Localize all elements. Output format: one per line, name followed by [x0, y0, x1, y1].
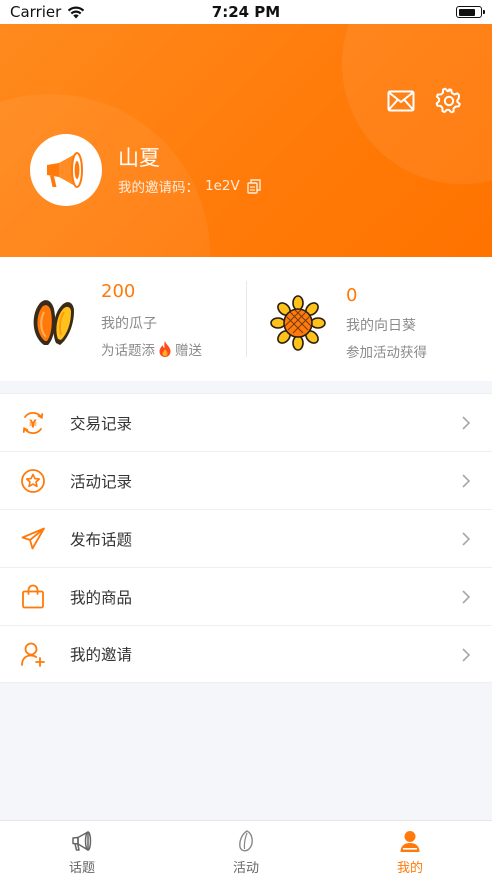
sunflower-icon: [270, 295, 326, 351]
invite-code-label: 我的邀请码：: [118, 180, 199, 196]
menu-label: 交易记录: [70, 414, 133, 433]
status-bar: Carrier 7:24 PM: [0, 0, 492, 24]
settings-gear-icon[interactable]: [434, 86, 464, 116]
tab-activities[interactable]: 活动: [164, 821, 328, 878]
menu-item-publish-topic[interactable]: 发布话题: [0, 509, 492, 567]
invite-code-value: 1e2V: [205, 178, 240, 194]
stats-panel: 200 我的瓜子 为话题添 赠送 0 我的向日葵 参加活动获得: [0, 257, 492, 381]
invite-code-row: 我的邀请码： 1e2V: [118, 176, 262, 196]
seed-icon: [233, 828, 259, 854]
invite-user-icon: [20, 641, 46, 667]
sunflowers-subtitle: 参加活动获得: [346, 345, 427, 361]
profile-header: 山夏 我的邀请码： 1e2V: [0, 24, 492, 257]
menu-item-my-products[interactable]: 我的商品: [0, 567, 492, 625]
tab-topics[interactable]: 话题: [0, 821, 164, 878]
seeds-sub-suffix: 赠送: [175, 343, 202, 359]
avatar[interactable]: [30, 134, 102, 206]
username: 山夏: [118, 146, 160, 170]
tab-label: 话题: [68, 861, 95, 876]
chevron-right-icon: [462, 474, 471, 488]
menu-item-activities[interactable]: 活动记录: [0, 451, 492, 509]
seeds-title: 我的瓜子: [101, 316, 157, 332]
status-time: 7:24 PM: [211, 3, 281, 21]
sunflowers-title: 我的向日葵: [346, 318, 416, 334]
chevron-right-icon: [462, 416, 471, 430]
sunflowers-value: 0: [346, 285, 358, 306]
chevron-right-icon: [462, 532, 471, 546]
tab-label: 活动: [232, 861, 259, 876]
menu-label: 发布话题: [70, 530, 133, 549]
sunflower-seed-icon: [33, 300, 74, 345]
menu-item-my-invites[interactable]: 我的邀请: [0, 625, 492, 683]
sunflowers-stat[interactable]: 0 我的向日葵 参加活动获得: [246, 257, 492, 381]
menu-item-transactions[interactable]: ¥ 交易记录: [0, 393, 492, 451]
megaphone-avatar-icon: [47, 152, 83, 188]
chevron-right-icon: [462, 590, 471, 604]
menu-label: 我的邀请: [70, 646, 133, 664]
header-actions: [386, 86, 464, 116]
transaction-yen-icon: ¥: [20, 410, 46, 436]
menu-list: ¥ 交易记录 活动记录 发布话题 我的商品 我的邀请: [0, 393, 492, 683]
fire-icon: [159, 341, 171, 357]
tab-label: 我的: [396, 861, 423, 876]
tab-me[interactable]: 我的: [328, 821, 492, 878]
menu-label: 我的商品: [70, 588, 133, 607]
seeds-value: 200: [101, 281, 136, 302]
svg-text:¥: ¥: [29, 417, 37, 430]
mail-icon[interactable]: [386, 86, 416, 116]
copy-icon[interactable]: [246, 178, 262, 194]
send-paper-plane-icon: [20, 526, 46, 552]
user-icon: [397, 828, 423, 854]
megaphone-icon: [69, 828, 95, 854]
battery-icon: [456, 6, 485, 18]
seeds-stat[interactable]: 200 我的瓜子 为话题添 赠送: [0, 257, 246, 381]
seeds-subtitle: 为话题添 赠送: [101, 339, 202, 359]
tab-bar: 话题 活动 我的: [0, 820, 492, 878]
activity-star-icon: [20, 468, 46, 494]
seeds-sub-prefix: 为话题添: [101, 343, 155, 359]
shopping-bag-icon: [20, 584, 46, 610]
chevron-right-icon: [462, 648, 471, 662]
menu-label: 活动记录: [70, 472, 133, 491]
